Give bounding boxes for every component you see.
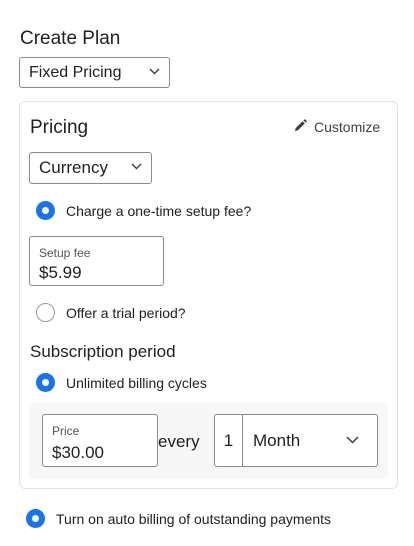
- interval-unit-value: Month: [253, 430, 301, 450]
- price-label: Price: [52, 424, 80, 438]
- chevron-down-icon: [149, 68, 160, 78]
- trial-period-option[interactable]: Offer a trial period?: [36, 303, 186, 322]
- setup-fee-option-label: Charge a one-time setup fee?: [66, 202, 252, 219]
- auto-billing-label: Turn on auto billing of outstanding paym…: [56, 510, 331, 527]
- currency-select[interactable]: Currency: [29, 152, 152, 184]
- interval-count-input[interactable]: 1: [215, 415, 243, 466]
- subscription-period-title: Subscription period: [30, 342, 176, 361]
- trial-period-radio[interactable]: [36, 303, 55, 322]
- unlimited-billing-radio[interactable]: [36, 373, 55, 392]
- pricing-title: Pricing: [30, 117, 89, 138]
- interval-unit-select[interactable]: Month: [243, 415, 377, 466]
- setup-fee-radio[interactable]: [36, 201, 55, 220]
- customize-label: Customize: [314, 119, 381, 135]
- every-label: every: [158, 432, 200, 451]
- setup-fee-value: $5.99: [39, 263, 82, 282]
- unlimited-billing-label: Unlimited billing cycles: [66, 374, 207, 391]
- price-field[interactable]: Price $30.00: [42, 414, 158, 467]
- pencil-icon: [294, 119, 307, 135]
- setup-fee-label: Setup fee: [39, 246, 91, 260]
- chevron-down-icon: [346, 435, 359, 446]
- auto-billing-radio[interactable]: [26, 509, 45, 528]
- auto-billing-option[interactable]: Turn on auto billing of outstanding paym…: [26, 509, 331, 528]
- setup-fee-option[interactable]: Charge a one-time setup fee?: [36, 201, 251, 220]
- interval-group: 1 Month: [214, 414, 378, 467]
- customize-button[interactable]: Customize: [294, 119, 380, 135]
- plan-type-value: Fixed Pricing: [29, 63, 122, 81]
- setup-fee-field[interactable]: Setup fee $5.99: [29, 236, 164, 286]
- price-value: $30.00: [52, 443, 104, 462]
- interval-count-value: 1: [223, 430, 234, 450]
- currency-value: Currency: [39, 158, 108, 177]
- chevron-down-icon: [131, 163, 142, 173]
- plan-type-select[interactable]: Fixed Pricing: [19, 57, 170, 88]
- page-title: Create Plan: [20, 28, 121, 49]
- trial-period-label: Offer a trial period?: [66, 304, 186, 321]
- unlimited-billing-option[interactable]: Unlimited billing cycles: [36, 373, 207, 392]
